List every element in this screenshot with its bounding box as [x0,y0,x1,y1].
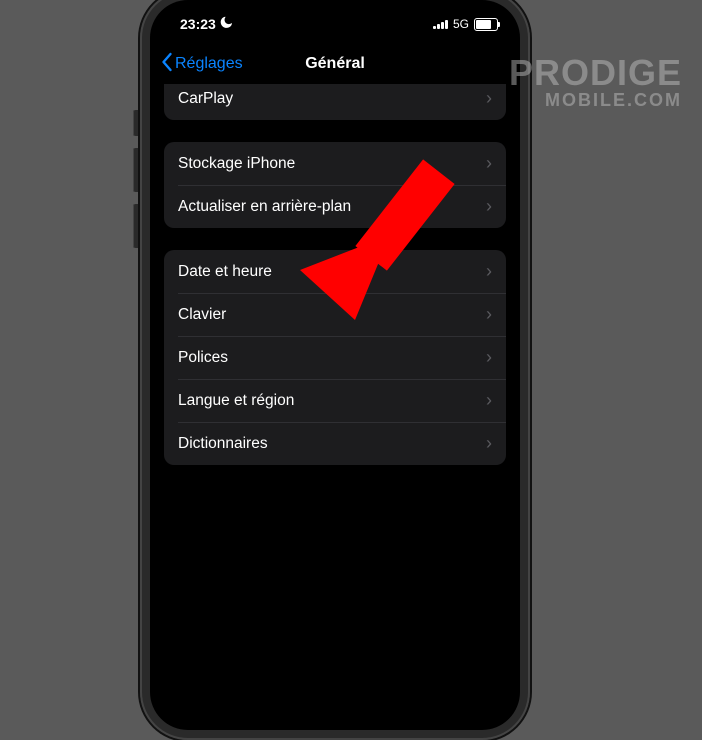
chevron-right-icon: › [486,196,492,217]
back-button[interactable]: Réglages [160,52,243,76]
row-label: CarPlay [178,90,233,108]
row-label: Clavier [178,306,226,324]
settings-group-storage: Stockage iPhone › Actualiser en arrière-… [164,142,506,228]
row-language-region[interactable]: Langue et région › [164,379,506,422]
nav-header: Réglages Général [150,44,520,84]
settings-group-date-keyboard: Date et heure › Clavier › Polices › Lang… [164,250,506,465]
back-label: Réglages [175,55,243,73]
phone-frame: 23:23 5G Réglages Général [140,0,530,740]
row-label: Stockage iPhone [178,155,295,173]
watermark-line1: PRODIGE [509,55,682,91]
status-time: 23:23 [180,16,216,32]
phone-notch [250,0,420,26]
row-date-time[interactable]: Date et heure › [164,250,506,293]
chevron-right-icon: › [486,261,492,282]
signal-icon [433,19,448,29]
battery-icon [474,18,498,31]
chevron-right-icon: › [486,390,492,411]
chevron-left-icon [160,52,173,76]
phone-side-buttons-left [133,110,138,260]
phone-screen: 23:23 5G Réglages Général [150,0,520,730]
chevron-right-icon: › [486,347,492,368]
row-background-refresh[interactable]: Actualiser en arrière-plan › [164,185,506,228]
do-not-disturb-icon [220,16,233,32]
row-label: Langue et région [178,392,294,410]
watermark: PRODIGE MOBILE.COM [509,55,682,109]
watermark-line2: MOBILE.COM [509,91,682,109]
row-keyboard[interactable]: Clavier › [164,293,506,336]
row-label: Polices [178,349,228,367]
chevron-right-icon: › [486,88,492,109]
chevron-right-icon: › [486,433,492,454]
row-fonts[interactable]: Polices › [164,336,506,379]
chevron-right-icon: › [486,304,492,325]
row-storage-iphone[interactable]: Stockage iPhone › [164,142,506,185]
row-dictionaries[interactable]: Dictionnaires › [164,422,506,465]
page-title: Général [305,55,365,73]
network-label: 5G [453,17,469,31]
chevron-right-icon: › [486,153,492,174]
row-label: Dictionnaires [178,435,268,453]
row-label: Actualiser en arrière-plan [178,198,351,216]
row-label: Date et heure [178,263,272,281]
settings-group-carplay: CarPlay › [164,84,506,120]
row-carplay[interactable]: CarPlay › [164,84,506,120]
